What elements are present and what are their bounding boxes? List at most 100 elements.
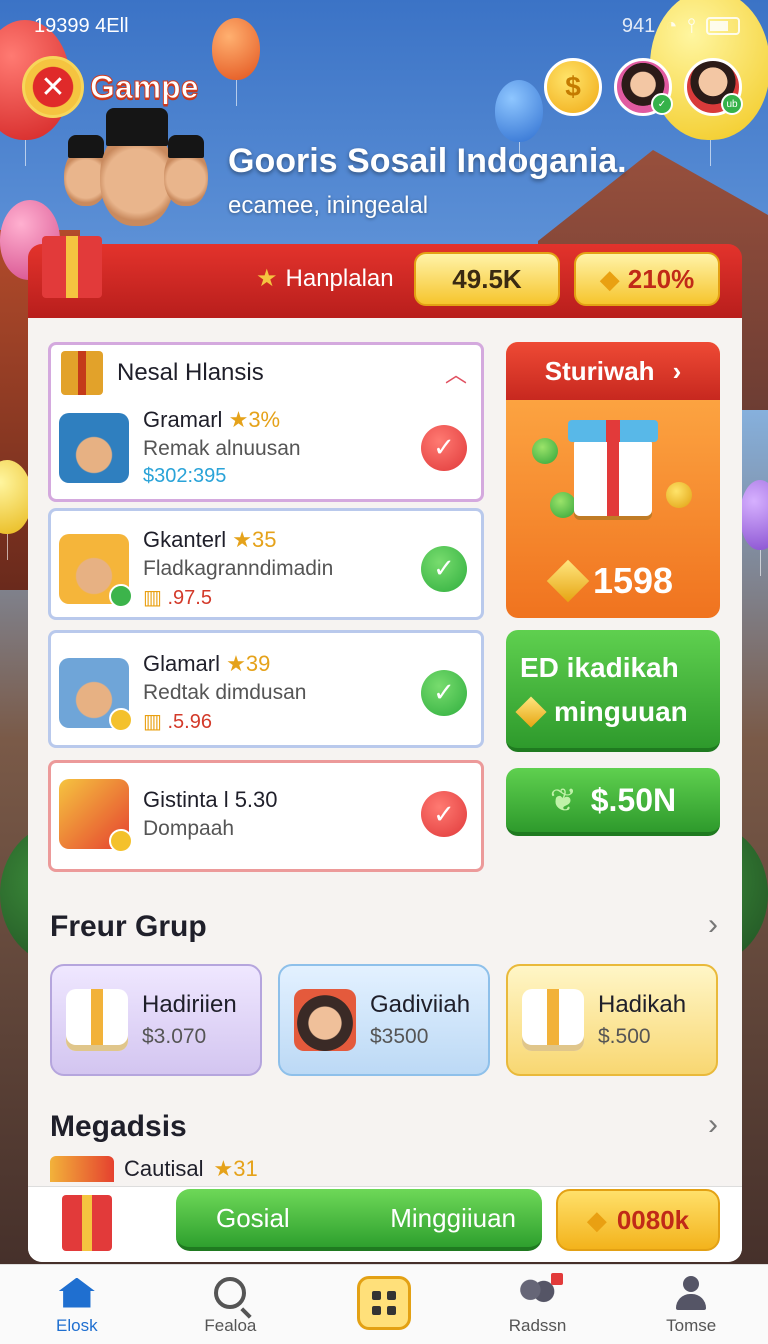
chevron-up-icon[interactable]: ︿ <box>445 357 467 389</box>
gift-icon <box>66 989 128 1051</box>
gift-icon <box>522 989 584 1051</box>
balloon-icon <box>740 480 768 576</box>
task-thumbnail <box>59 533 133 608</box>
nav-item-profile[interactable]: Tomse <box>614 1265 768 1344</box>
battery-icon <box>706 17 740 35</box>
cash-button-label: $.50N <box>590 781 677 818</box>
star-badge-icon <box>109 707 133 732</box>
task-name-text: Glamarl <box>143 651 221 676</box>
task-row[interactable]: Gkanterl ★35 Fladkagranndimadin ▥ .97.5 … <box>59 527 467 610</box>
task-card[interactable]: Nesal Hlansis ︿ Gramarl ★3% Remak alnuus… <box>48 342 484 502</box>
star-rating: ★39 <box>226 651 271 676</box>
nav-item-center[interactable] <box>307 1265 461 1344</box>
people-illustration <box>60 108 240 266</box>
task-subtitle: Redtak dimdusan <box>143 681 307 704</box>
group-icon <box>518 1272 563 1312</box>
task-amount: ▥ .97.5 <box>143 585 333 610</box>
action-bar: Gosial Minggiiuan ◆ 0080k <box>28 1186 742 1262</box>
star-rating: ★3% <box>228 407 281 432</box>
group-tile[interactable]: Gadiviiah $3500 <box>278 964 490 1076</box>
task-name: Gramarl ★3% <box>143 407 301 433</box>
hero-title: Gooris Sosail Indogania. <box>228 142 627 180</box>
task-row[interactable]: Gramarl ★3% Remak alnuusan $302:395 ✓ <box>59 407 467 488</box>
nav-item-home[interactable]: Elosk <box>0 1265 154 1344</box>
redeem-weekly-button[interactable]: ED ikadikah minguuan <box>506 630 720 752</box>
task-card[interactable]: Gkanterl ★35 Fladkagranndimadin ▥ .97.5 … <box>48 508 484 620</box>
check-icon[interactable]: ✓ <box>421 669 467 716</box>
rating-value: 39 <box>245 651 271 676</box>
grid-icon <box>356 1275 411 1330</box>
chevron-right-icon[interactable]: › <box>708 1108 718 1142</box>
coin-stack-icon: ▥ <box>143 711 162 733</box>
nav-item-search[interactable]: Fealoa <box>154 1265 308 1344</box>
stat-pill-primary[interactable]: 49.5K <box>414 252 560 306</box>
reward-value-text: 1598 <box>592 560 674 601</box>
tile-price: $3500 <box>370 1025 429 1048</box>
star-rating: ★35 <box>232 527 277 552</box>
group-tile[interactable]: Hadiriien $3.070 <box>50 964 262 1076</box>
task-subtitle: Fladkagranndimadin <box>143 557 334 580</box>
check-badge-icon: ✓ <box>651 93 673 115</box>
task-name: Glamarl ★39 <box>143 651 306 677</box>
banner-label-text: Hanplalan <box>285 264 394 292</box>
user-icon <box>671 1274 711 1312</box>
tile-price: $.500 <box>598 1025 651 1048</box>
main-sheet: Nesal Hlansis ︿ Gramarl ★3% Remak alnuus… <box>28 318 742 1262</box>
coin-badge-icon <box>109 829 133 853</box>
balance-button[interactable]: ◆ 0080k <box>556 1189 720 1251</box>
check-icon[interactable]: ✓ <box>421 545 467 592</box>
combo-left-label: Gosial <box>216 1202 290 1233</box>
chevron-right-icon[interactable]: › <box>708 908 718 942</box>
avatar-girl[interactable]: ✓ <box>614 58 673 116</box>
check-icon[interactable]: ✓ <box>421 424 467 471</box>
task-text: Gistinta l 5.30 Dompaah <box>143 787 278 841</box>
task-row[interactable]: Glamarl ★39 Redtak dimdusan ▥ .5.96 ✓ <box>59 651 467 734</box>
avatar-badge: ub <box>721 93 743 115</box>
gift-icon[interactable] <box>62 1195 112 1251</box>
tile-text: Gadiviiah $3500 <box>370 991 470 1049</box>
check-icon[interactable]: ✓ <box>421 791 467 837</box>
app-name: Gampe <box>89 68 199 105</box>
avatar-boy[interactable]: ub <box>684 58 743 116</box>
gold-gem-icon: ◆ <box>586 1204 607 1235</box>
task-amount: ▥ .5.96 <box>143 709 306 734</box>
app-brand[interactable]: ✕ Gampe <box>22 56 199 118</box>
rating-value: 35 <box>252 527 277 552</box>
tile-price: $3.070 <box>142 1025 207 1048</box>
group-tile[interactable]: Hadikah $.500 <box>506 964 718 1076</box>
nav-item-groups[interactable]: Radssn <box>461 1265 615 1344</box>
task-card-header[interactable]: Nesal Hlansis ︿ <box>61 351 467 395</box>
reward-value: 1598 <box>506 559 720 603</box>
task-name: Gkanterl ★35 <box>143 527 333 553</box>
combo-button[interactable]: Gosial Minggiiuan <box>176 1189 542 1251</box>
status-right-text: 941 <box>621 14 656 37</box>
button-line-2-text: minguuan <box>554 696 688 727</box>
task-row[interactable]: Gistinta l 5.30 Dompaah ✓ <box>59 779 467 853</box>
task-card[interactable]: Glamarl ★39 Redtak dimdusan ▥ .5.96 ✓ <box>48 630 484 748</box>
stat-pill-secondary[interactable]: ◆ 210% <box>574 252 720 306</box>
coin-icon[interactable]: $ <box>544 58 602 116</box>
header-actions: $ ✓ ub <box>544 58 743 116</box>
coin-icon <box>532 438 558 464</box>
coin-icon <box>550 492 576 518</box>
status-bar: 19399 4Ell 941 ◔ ⫯ <box>34 12 740 40</box>
task-amount-text: .5.96 <box>167 711 212 733</box>
button-line-1: ED ikadikah <box>520 652 679 683</box>
cash-button[interactable]: ❦ $.50N <box>506 768 720 836</box>
task-card[interactable]: Gistinta l 5.30 Dompaah ✓ <box>48 760 484 872</box>
star-icon: ★ <box>256 265 278 292</box>
person-illustration <box>164 135 208 206</box>
task-thumbnail <box>59 412 129 483</box>
leaf-icon: ❦ <box>549 782 577 818</box>
banner-label: ★ Hanplalan <box>256 264 394 293</box>
chevron-right-icon: › <box>672 355 682 386</box>
reward-header[interactable]: Sturiwah › <box>506 342 720 400</box>
list-item[interactable]: Cautisal ★31 <box>50 1156 258 1182</box>
balloon-icon <box>495 80 543 168</box>
button-line-2: minguuan <box>515 690 706 734</box>
wifi-icon: ◔ <box>665 14 678 37</box>
reward-panel[interactable]: Sturiwah › 1598 <box>506 342 720 618</box>
gift-icon <box>61 351 103 395</box>
tile-text: Hadikah $.500 <box>598 991 686 1049</box>
task-thumbnail <box>59 657 133 732</box>
